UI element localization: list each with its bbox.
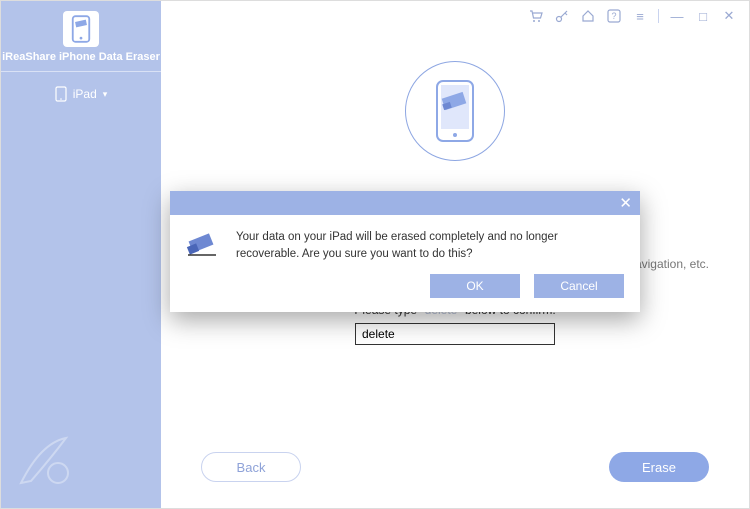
eraser-icon: [186, 229, 220, 264]
hero-erase-icon: [405, 61, 505, 161]
minimize-icon[interactable]: —: [669, 8, 685, 24]
quill-icon: [11, 433, 71, 498]
dialog-message: Your data on your iPad will be erased co…: [236, 229, 624, 264]
sidebar: iReaShare iPhone Data Eraser iPad ▾: [1, 1, 161, 508]
back-button[interactable]: Back: [201, 452, 301, 482]
tablet-icon: [55, 86, 67, 102]
separator: [658, 9, 659, 23]
logo-block: iReaShare iPhone Data Eraser: [1, 1, 161, 72]
app-root: iReaShare iPhone Data Eraser iPad ▾ ? ≡ …: [0, 0, 750, 509]
menu-icon[interactable]: ≡: [632, 8, 648, 24]
cart-icon[interactable]: [528, 8, 544, 24]
device-name: iPad: [73, 87, 97, 101]
dialog-buttons: OK Cancel: [170, 270, 640, 312]
help-icon[interactable]: ?: [606, 8, 622, 24]
dialog-cancel-button[interactable]: Cancel: [534, 274, 624, 298]
titlebar: ? ≡ — □ ✕: [161, 1, 749, 31]
key-icon[interactable]: [554, 8, 570, 24]
app-title: iReaShare iPhone Data Eraser: [1, 51, 161, 63]
svg-text:?: ?: [611, 11, 616, 21]
dialog-close-icon[interactable]: ✕: [619, 196, 632, 211]
device-selector[interactable]: iPad ▾: [1, 72, 161, 116]
dialog-ok-button[interactable]: OK: [430, 274, 520, 298]
confirm-dialog: ✕ Your data on your iPad will be erased …: [170, 191, 640, 312]
chevron-down-icon: ▾: [103, 89, 108, 100]
dialog-body: Your data on your iPad will be erased co…: [170, 215, 640, 270]
maximize-icon[interactable]: □: [695, 8, 711, 24]
erase-button[interactable]: Erase: [609, 452, 709, 482]
close-icon[interactable]: ✕: [721, 8, 737, 24]
app-logo-icon: [63, 11, 99, 47]
home-icon[interactable]: [580, 8, 596, 24]
confirm-input[interactable]: [355, 323, 555, 345]
footer: Back Erase: [161, 444, 749, 508]
dialog-header: ✕: [170, 191, 640, 215]
